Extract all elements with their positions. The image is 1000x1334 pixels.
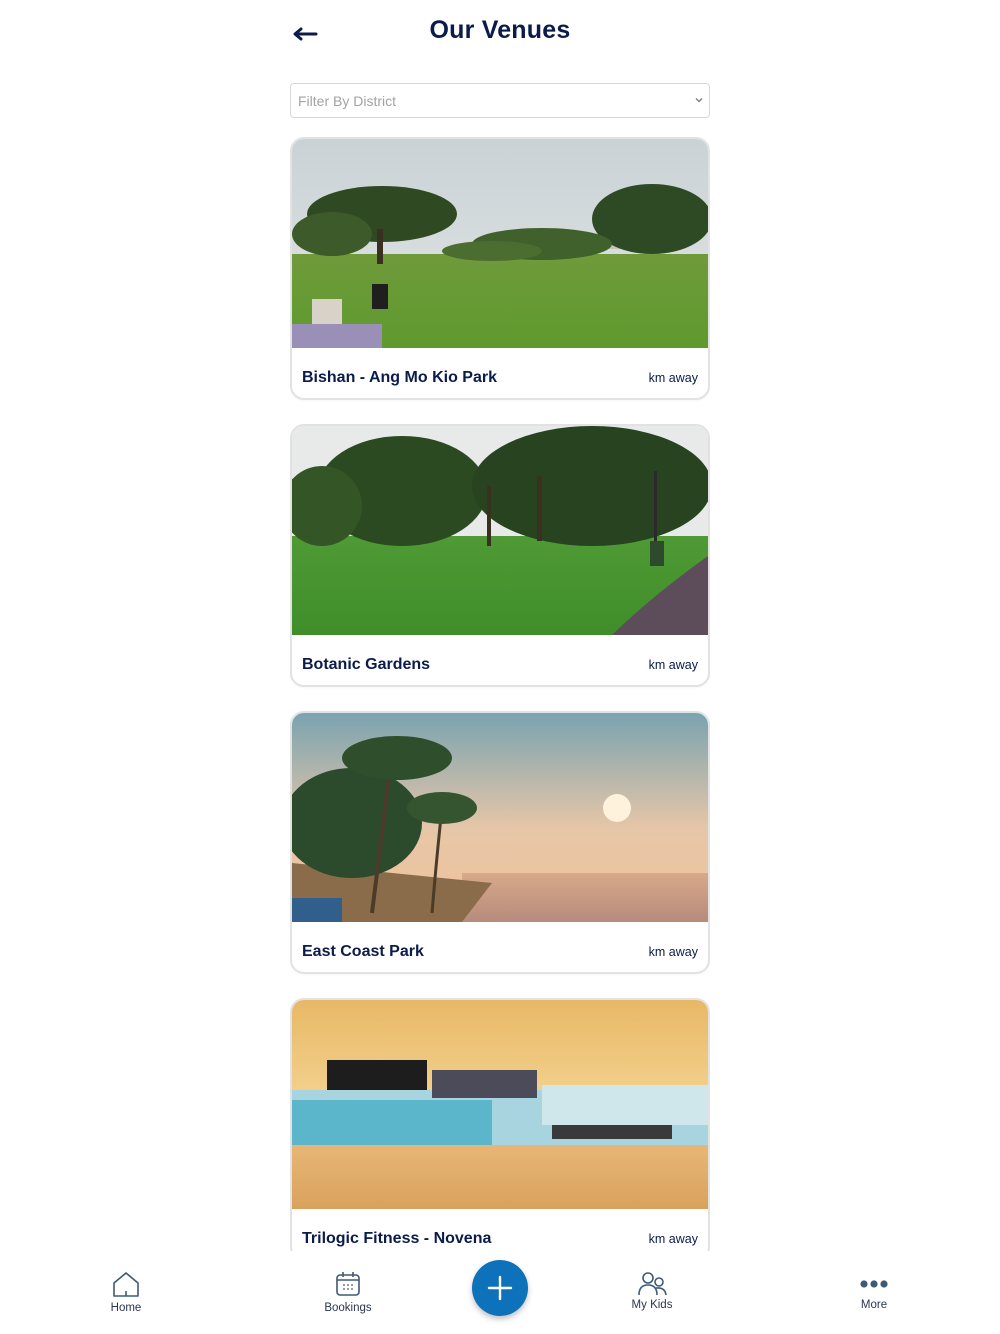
tab-label: More (860, 1299, 888, 1311)
chevron-down-icon (695, 98, 703, 103)
users-icon (638, 1272, 667, 1296)
venue-image (292, 1000, 708, 1209)
tab-home[interactable]: Home (66, 1252, 186, 1334)
venue-list[interactable]: Bishan - Ang Mo Kio Park km away Botanic… (290, 137, 710, 1251)
venue-name: Botanic Gardens (302, 656, 431, 673)
calendar-icon (336, 1272, 360, 1296)
plus-icon (487, 1275, 513, 1301)
filter-placeholder: Filter By District (298, 93, 396, 109)
venue-card[interactable]: East Coast Park km away (290, 711, 710, 974)
venue-name: Bishan - Ang Mo Kio Park (302, 369, 497, 386)
tab-label: My Kids (631, 1299, 673, 1311)
tab-my-kids[interactable]: My Kids (592, 1252, 712, 1334)
district-filter-select[interactable]: Filter By District (290, 83, 710, 118)
add-button[interactable] (472, 1260, 528, 1316)
venue-name: East Coast Park (302, 943, 424, 960)
venue-card[interactable]: Botanic Gardens km away (290, 424, 710, 687)
venue-image (292, 713, 708, 922)
tab-label: Bookings (324, 1302, 372, 1314)
venue-image (292, 426, 708, 635)
venue-distance: km away (648, 945, 698, 959)
tab-more[interactable]: More (814, 1252, 934, 1334)
home-icon (113, 1272, 139, 1297)
venue-card[interactable]: Bishan - Ang Mo Kio Park km away (290, 137, 710, 400)
venue-distance: km away (648, 658, 698, 672)
tab-label: Home (110, 1302, 142, 1314)
bottom-tab-bar: Home Bookings My Kids More (0, 1252, 1000, 1334)
venue-name: Trilogic Fitness - Novena (302, 1230, 492, 1247)
tab-bookings[interactable]: Bookings (288, 1252, 408, 1334)
header: Our Venues (0, 0, 1000, 70)
venue-card[interactable]: Trilogic Fitness - Novena km away (290, 998, 710, 1251)
venue-image (292, 139, 708, 348)
venue-distance: km away (648, 1232, 698, 1246)
more-dots-icon (860, 1280, 888, 1288)
page-title: Our Venues (429, 16, 571, 44)
venue-distance: km away (648, 371, 698, 385)
